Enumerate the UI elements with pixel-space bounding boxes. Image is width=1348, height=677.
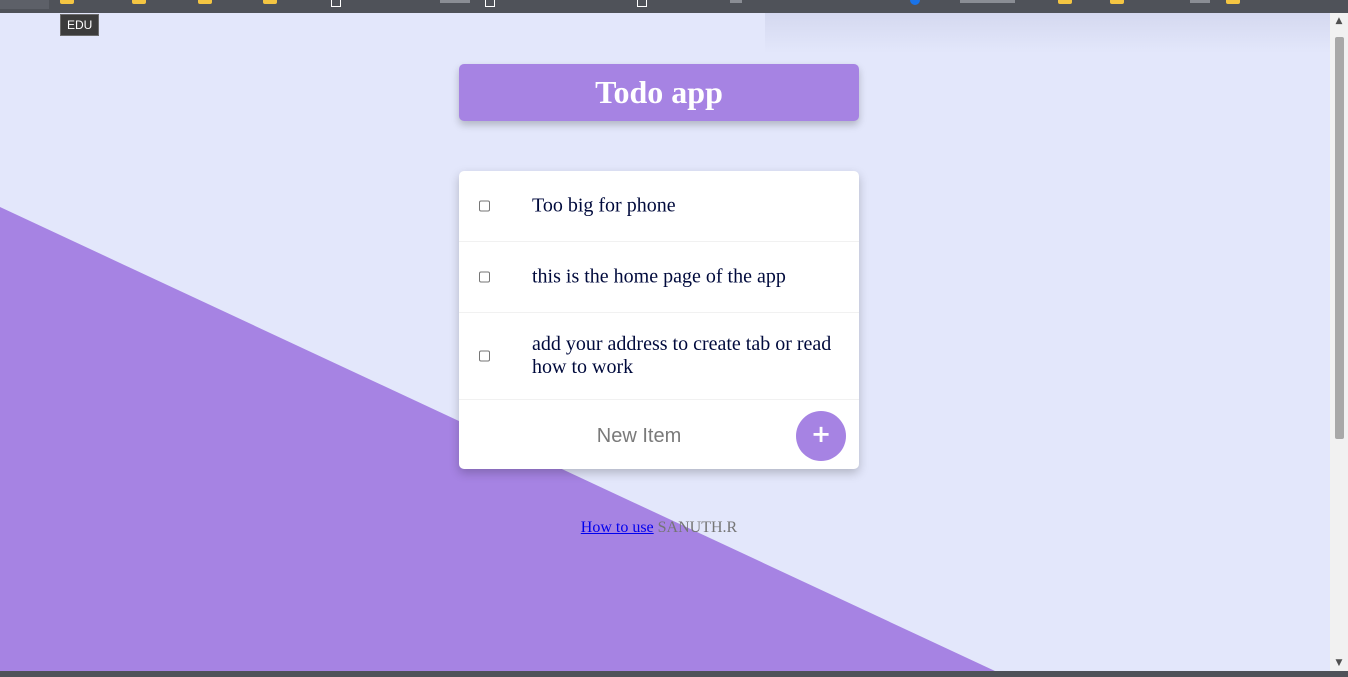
todo-item: add your address to create tab or read h… — [459, 313, 859, 400]
todo-item: Too big for phone — [459, 171, 859, 242]
folder-icon[interactable] — [198, 0, 212, 4]
globe-icon[interactable] — [910, 0, 920, 5]
scroll-up-arrow-icon[interactable]: ▲ — [1330, 13, 1348, 29]
folder-icon[interactable] — [1226, 0, 1240, 4]
footer: How to use SANUTH.R — [0, 519, 1318, 537]
todo-item-text: this is the home page of the app — [532, 265, 786, 288]
add-button[interactable]: + — [796, 411, 846, 461]
todo-checkbox[interactable] — [479, 350, 490, 362]
bookmark-label — [1190, 0, 1210, 3]
bookmark-active-item[interactable] — [0, 0, 49, 9]
window-bottom-edge — [0, 671, 1348, 677]
dropdown-shadow — [765, 13, 1330, 53]
bookmark-label — [440, 0, 470, 3]
vertical-scrollbar[interactable]: ▲ ▼ — [1330, 13, 1348, 671]
folder-icon[interactable] — [1110, 0, 1124, 4]
todo-list-card: Too big for phone this is the home page … — [459, 171, 859, 469]
page-icon[interactable] — [637, 0, 647, 7]
folder-icon[interactable] — [1058, 0, 1072, 4]
how-to-use-link[interactable]: How to use — [581, 519, 654, 536]
page-icon[interactable] — [331, 0, 341, 7]
scrollbar-thumb[interactable] — [1335, 37, 1344, 439]
todo-item: this is the home page of the app — [459, 242, 859, 313]
todo-item-text: add your address to create tab or read h… — [532, 333, 832, 378]
folder-icon[interactable] — [132, 0, 146, 4]
tooltip: EDU — [60, 14, 100, 36]
scroll-down-arrow-icon[interactable]: ▼ — [1330, 655, 1348, 671]
author-name: SANUTH.R — [657, 519, 738, 536]
folder-icon[interactable] — [60, 0, 74, 4]
bookmark-label — [960, 0, 1015, 3]
todo-checkbox[interactable] — [479, 200, 490, 212]
new-item-input[interactable] — [489, 415, 789, 457]
page-icon[interactable] — [485, 0, 495, 7]
plus-icon: + — [810, 420, 832, 448]
header-banner: Todo app — [459, 64, 859, 121]
todo-item-text: Too big for phone — [532, 194, 676, 217]
bookmark-label — [730, 0, 742, 3]
bookmark-bar — [0, 0, 1348, 13]
page-title: Todo app — [595, 74, 723, 110]
todo-checkbox[interactable] — [479, 271, 490, 283]
new-item-form: + — [459, 400, 859, 469]
folder-icon[interactable] — [263, 0, 277, 4]
